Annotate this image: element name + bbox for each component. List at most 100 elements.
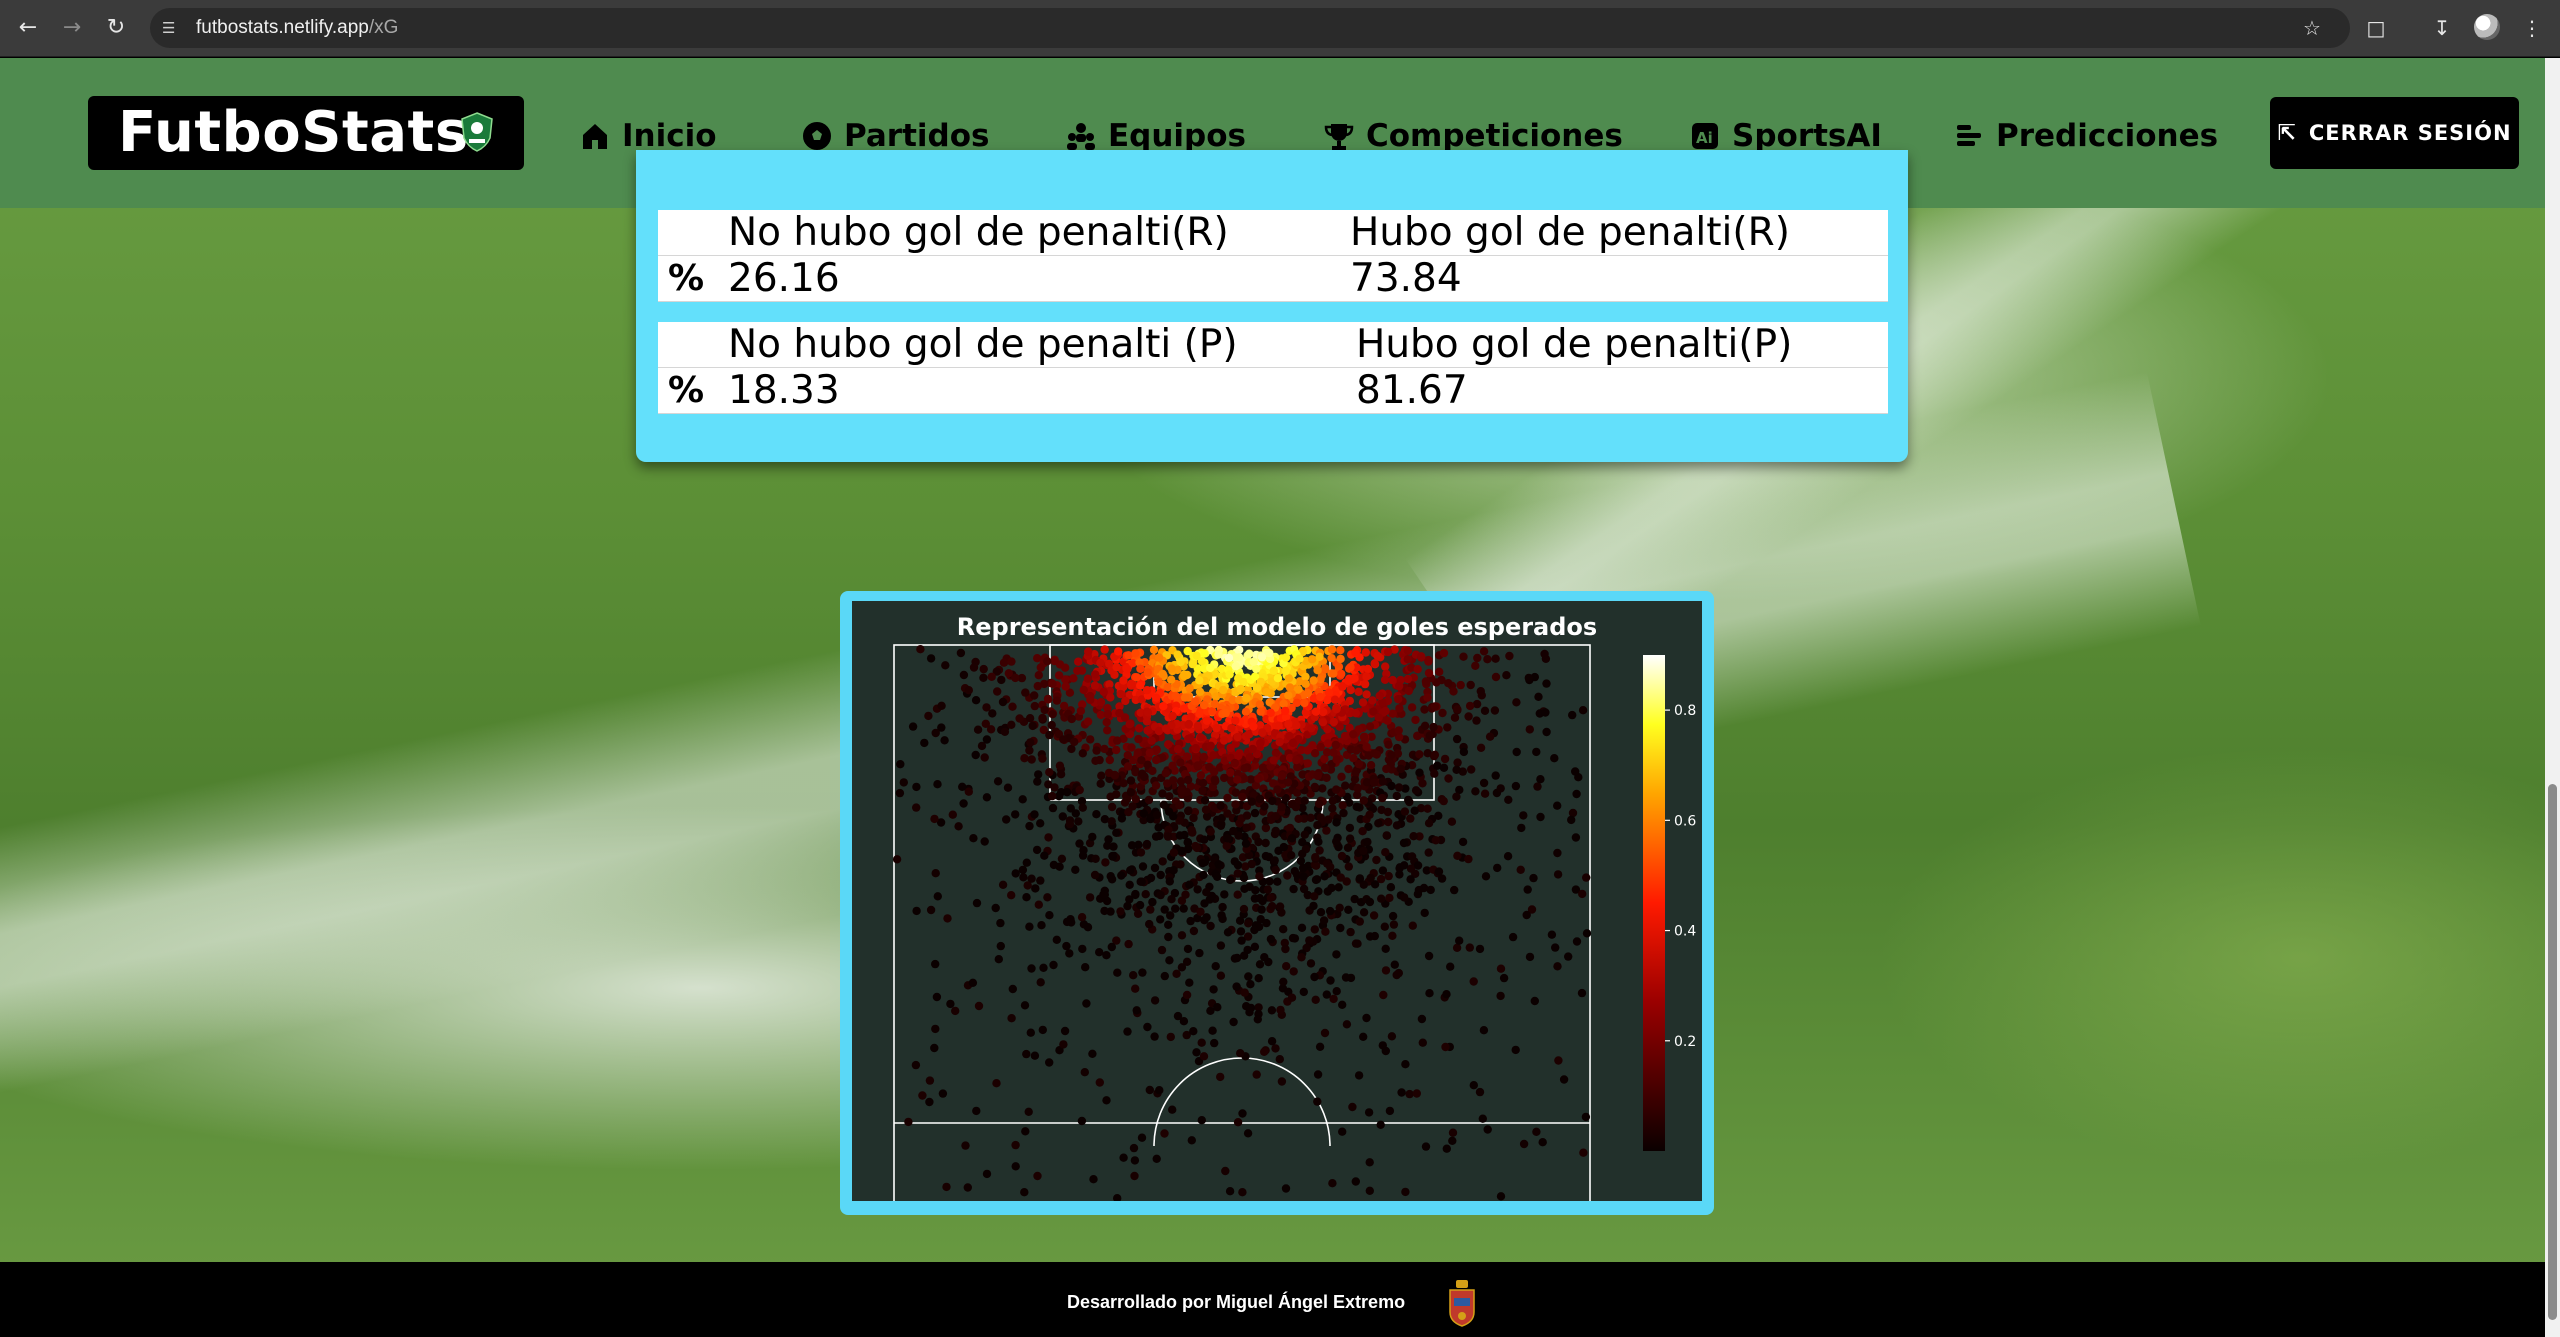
shot-point [1341,973,1351,982]
colorbar-tick-label: 0.8 [1674,703,1696,719]
shot-point [1284,674,1294,683]
shot-point [1048,803,1058,813]
shot-point [931,869,940,878]
shot-point [1200,649,1209,658]
nav-label: Partidos [844,118,990,154]
home-icon [578,119,612,153]
shot-point [1472,716,1481,725]
shot-point [1571,833,1581,842]
shot-point [1255,872,1264,881]
shot-point [1479,647,1489,656]
shot-point [1466,680,1475,690]
shot-point [1455,936,1464,945]
shot-point [1496,1192,1506,1201]
shot-point [1237,936,1246,945]
shot-point [1252,1070,1261,1079]
shot-point [938,1089,948,1098]
shot-point [1185,684,1194,693]
shot-point [1400,893,1409,902]
shot-point [930,1043,939,1053]
shot-point [1568,710,1577,720]
value-no-goal-real: 26.16 [728,256,840,301]
shot-point [982,735,992,744]
shot-point [1032,845,1042,855]
reload-icon[interactable]: ↻ [102,14,130,42]
shot-point [1199,752,1209,762]
ai-icon: Ai [1688,119,1722,153]
url-text[interactable]: futbostats.netlify.app/xG [196,8,398,48]
shot-point [1210,699,1219,709]
shot-point [1214,650,1223,659]
shot-point [1471,787,1480,796]
star-icon[interactable]: ☆ [2298,14,2326,42]
shot-point [1297,923,1307,932]
shot-point [1248,744,1257,754]
shield-logo-icon [461,112,493,152]
shot-point [1216,971,1226,980]
download-icon[interactable]: ↧ [2428,14,2456,42]
shot-point [968,978,978,987]
shot-point [1396,764,1406,774]
shot-point [982,793,992,802]
shot-point [1390,960,1399,969]
trophy-icon [1322,119,1356,153]
shot-point [1182,990,1192,1000]
shot-point [1192,1048,1201,1057]
shot-point [1102,718,1111,727]
shot-point [1352,746,1361,755]
shot-point [1034,671,1043,680]
shot-point [1119,1153,1128,1162]
shot-point [1062,941,1071,951]
site-info-icon[interactable]: ☰ [162,14,186,42]
shot-point [1582,873,1591,882]
shot-point [1496,991,1505,1001]
shot-point [1236,684,1245,694]
shot-point [1285,683,1295,692]
shot-point [1453,758,1462,767]
shot-point [1364,1108,1374,1117]
shot-point [1112,790,1121,799]
shot-point [1343,843,1353,852]
shot-point [1394,783,1404,792]
shot-point [1483,1125,1492,1134]
shot-point [1167,664,1176,673]
shot-point [1444,774,1453,783]
scrollbar[interactable] [2545,58,2560,1337]
xg-plot: 0.2 0.4 0.6 0.8 [892,644,1696,1201]
shot-point [1011,673,1020,683]
shot-point [941,661,950,670]
shot-point [1030,1051,1040,1060]
shot-point [1022,858,1031,867]
shot-point [1551,943,1560,952]
shot-point [1177,931,1187,940]
shot-point [1394,726,1403,735]
shot-point [1447,817,1457,826]
table-row: % 26.16 73.84 [658,256,1888,302]
address-bar[interactable] [150,8,2350,48]
shot-point [1418,779,1427,788]
shot-point [1346,685,1355,695]
shot-point [954,822,963,831]
shot-point [1129,971,1138,980]
shot-point [1244,919,1253,928]
forward-icon[interactable]: → [58,14,86,42]
shot-point [1058,812,1067,821]
profile-avatar[interactable] [2474,14,2500,40]
nav-predicciones[interactable]: Predicciones [1952,116,2218,156]
shot-point [1352,802,1361,811]
logout-button[interactable]: ⇱ CERRAR SESIÓN [2270,97,2519,169]
menu-icon[interactable]: ⋮ [2518,14,2546,42]
shot-point [1369,778,1379,787]
shot-point [1115,708,1124,718]
shot-point [1007,720,1016,729]
extensions-icon[interactable]: □ [2362,14,2390,42]
shot-point [1224,653,1234,663]
shot-point [1078,944,1087,954]
shot-point [1438,708,1447,718]
back-icon[interactable]: ← [14,14,42,42]
shot-point [1199,1052,1209,1061]
scrollbar-thumb[interactable] [2548,784,2557,1320]
logo[interactable]: FutboStats [88,96,524,170]
shot-point [1373,651,1382,660]
shot-point [1104,835,1113,844]
